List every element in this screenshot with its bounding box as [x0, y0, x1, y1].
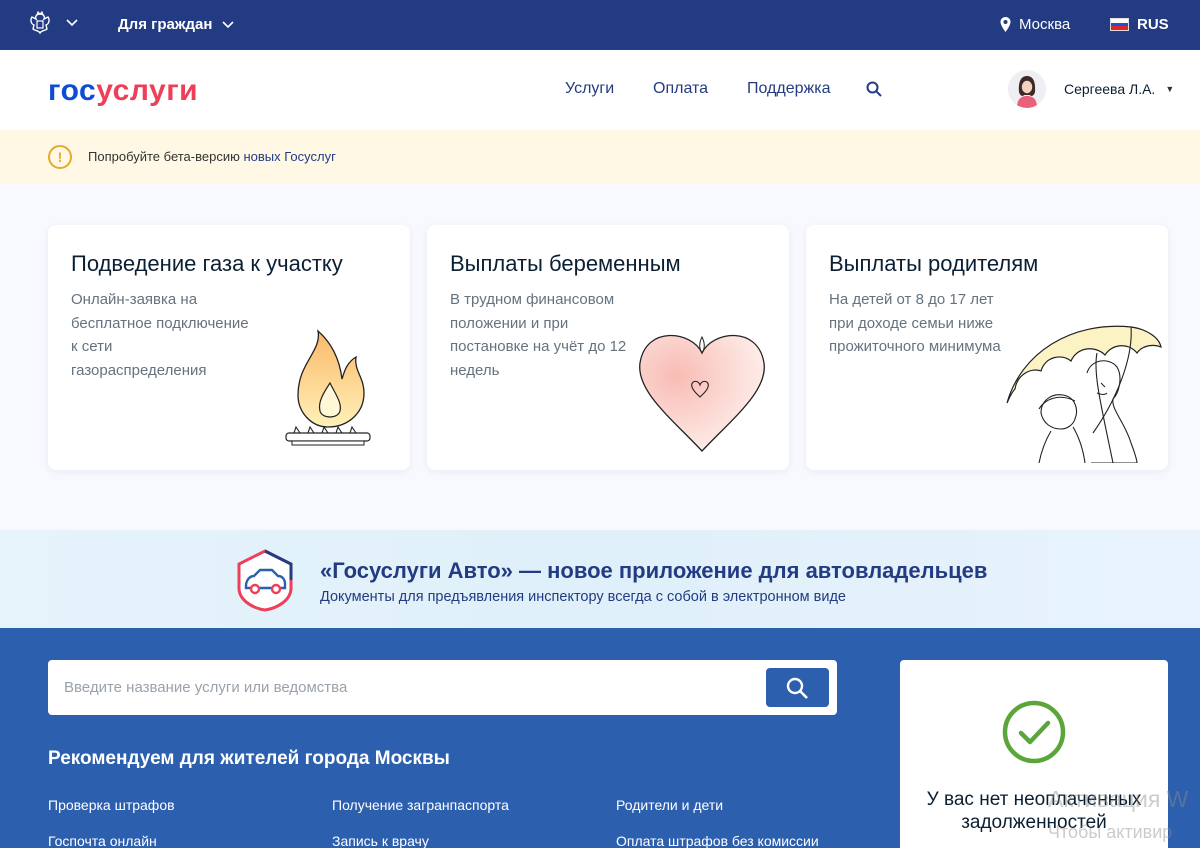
logo-part-gos: гос: [48, 74, 97, 107]
auto-banner-title: «Госуслуги Авто» — новое приложение для …: [320, 558, 988, 583]
city-selector[interactable]: Москва: [1000, 16, 1070, 33]
debt-status-text: У вас нет неоплаченных задолженностей: [926, 789, 1142, 833]
mother-child-umbrella-icon: [1006, 325, 1162, 463]
beta-banner: ! Попробуйте бета-версию новых Госуслуг: [0, 130, 1200, 183]
car-shield-icon: [237, 549, 293, 612]
recommend-link[interactable]: Родители и дети: [616, 797, 723, 813]
chevron-down-icon: [222, 20, 235, 28]
chevron-down-icon[interactable]: [66, 19, 78, 27]
search-button[interactable]: [766, 668, 829, 707]
recommend-link[interactable]: Оплата штрафов без комиссии: [616, 833, 819, 848]
card-parents[interactable]: Выплаты родителям На детей от 8 до 17 ле…: [806, 225, 1168, 470]
language-label: RUS: [1137, 16, 1169, 33]
site-header: госуслуги Услуги Оплата Поддержка Сергее…: [0, 50, 1200, 130]
checkmark-circle-icon: [1002, 700, 1066, 764]
warning-icon: !: [48, 145, 72, 169]
beta-text-label: Попробуйте бета-версию: [88, 149, 244, 164]
top-bar: Для граждан Москва RUS: [0, 0, 1200, 50]
language-selector[interactable]: RUS: [1110, 16, 1169, 33]
promo-cards-section: Подведение газа к участку Онлайн-заявка …: [0, 183, 1200, 530]
card-description: В трудном финансовом положении и при пос…: [450, 291, 627, 379]
card-title: Выплаты родителям: [829, 251, 1039, 276]
card-title: Выплаты беременным: [450, 251, 681, 276]
avatar: [1008, 70, 1046, 108]
beta-text: Попробуйте бета-версию новых Госуслуг: [88, 149, 336, 164]
user-name: Сергеева Л.А.: [1064, 81, 1156, 97]
for-citizens-label: Для граждан: [118, 16, 213, 33]
logo-part-uslugi: услуги: [96, 74, 199, 107]
for-citizens-dropdown[interactable]: Для граждан: [118, 16, 235, 33]
search-section: Рекомендуем для жителей города Москвы Пр…: [0, 628, 1200, 848]
card-title: Подведение газа к участку: [71, 251, 343, 276]
gas-flame-icon: [285, 329, 371, 446]
search-icon: [786, 677, 808, 699]
coat-of-arms-icon[interactable]: [26, 11, 54, 39]
gosuslugi-auto-banner[interactable]: «Госуслуги Авто» — новое приложение для …: [0, 530, 1200, 628]
heart-icon: [639, 334, 765, 452]
recommend-link[interactable]: Запись к врачу: [332, 833, 429, 848]
nav-services[interactable]: Услуги: [565, 80, 614, 98]
recommend-link[interactable]: Получение загранпаспорта: [332, 797, 509, 813]
card-gas[interactable]: Подведение газа к участку Онлайн-заявка …: [48, 225, 410, 470]
card-description: Онлайн-заявка на бесплатное подключение …: [71, 291, 249, 379]
beta-link[interactable]: новых Госуслуг: [243, 149, 335, 164]
city-label: Москва: [1019, 16, 1071, 33]
user-menu[interactable]: Сергеева Л.А. ▼: [1008, 70, 1174, 108]
search-box: [48, 660, 837, 715]
recommend-link[interactable]: Проверка штрафов: [48, 797, 175, 813]
nav-payment[interactable]: Оплата: [653, 80, 708, 98]
russian-flag-icon: [1110, 18, 1129, 31]
debt-status-card: У вас нет неоплаченных задолженностей: [900, 660, 1168, 848]
gosuslugi-logo[interactable]: госуслуги: [48, 74, 198, 108]
search-icon[interactable]: [866, 81, 882, 97]
auto-banner-subtitle: Документы для предъявления инспектору вс…: [320, 589, 846, 605]
recommend-heading: Рекомендуем для жителей города Москвы: [48, 748, 450, 769]
caret-down-icon: ▼: [1165, 84, 1175, 94]
card-description: На детей от 8 до 17 лет при доходе семьи…: [829, 291, 1001, 355]
recommend-link[interactable]: Госпочта онлайн: [48, 833, 157, 848]
search-input[interactable]: [48, 660, 748, 715]
nav-support[interactable]: Поддержка: [747, 80, 830, 98]
location-pin-icon: [1000, 17, 1011, 32]
card-pregnant[interactable]: Выплаты беременным В трудном финансовом …: [427, 225, 789, 470]
